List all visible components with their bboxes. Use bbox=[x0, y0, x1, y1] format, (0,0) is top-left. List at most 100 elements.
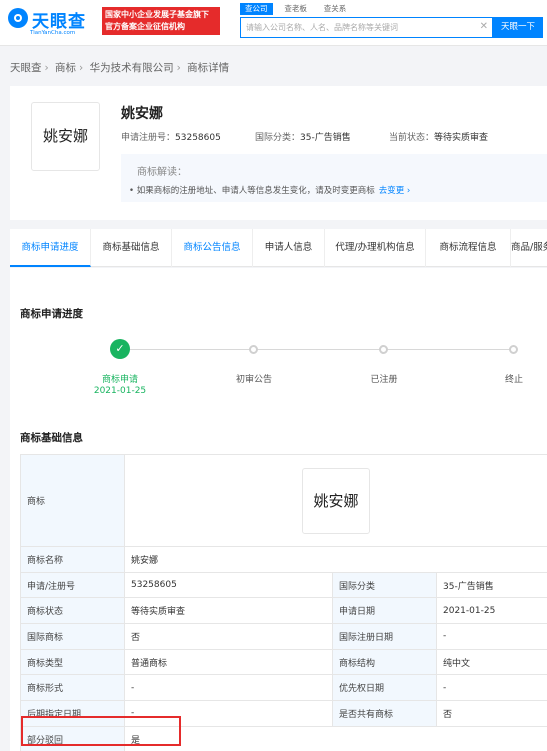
search-tab-company[interactable]: 查公司 bbox=[240, 3, 273, 15]
tab-basic-info[interactable]: 商标基础信息 bbox=[91, 229, 172, 267]
table-label: 商标名称 bbox=[20, 546, 125, 573]
trademark-summary-card: 姚安娜 姚安娜 申请注册号：53258605 国际分类：35-广告销售 当前状态… bbox=[10, 86, 547, 220]
table-label: 申请/注册号 bbox=[20, 571, 125, 599]
interpretation-title: 商标解读： bbox=[137, 167, 187, 178]
interpretation-body: • 如果商标的注册地址、申请人等信息发生变化，请及时变更商标 bbox=[129, 186, 375, 196]
progress-node bbox=[249, 345, 258, 354]
meta-value: 35-广告销售 bbox=[300, 133, 351, 143]
tab-goods-services[interactable]: 商品/服务 bbox=[511, 229, 547, 267]
table-label: 商标状态 bbox=[20, 597, 125, 625]
logo-subtext: TianYanCha.com bbox=[30, 30, 76, 36]
basic-info-section-title: 商标基础信息 bbox=[20, 432, 83, 444]
table-row: 商标类型 普通商标 商标结构 纯中文 bbox=[20, 648, 547, 676]
table-row: 国际商标 否 国际注册日期 - bbox=[20, 623, 547, 650]
table-row: 商标 姚安娜 bbox=[20, 454, 547, 547]
trademark-thumbnail[interactable]: 姚安娜 bbox=[31, 102, 100, 171]
breadcrumb-home[interactable]: 天眼查 bbox=[10, 62, 42, 74]
breadcrumb-current: 商标详情 bbox=[187, 62, 230, 74]
progress-node bbox=[379, 345, 388, 354]
table-row: 商标形式 - 优先权日期 - bbox=[20, 674, 547, 702]
meta-label: 国际分类： bbox=[255, 133, 301, 143]
table-value: - bbox=[124, 700, 333, 727]
detail-tabs: 商标申请进度 商标基础信息 商标公告信息 申请人信息 代理/办理机构信息 商标流… bbox=[10, 229, 547, 267]
table-value: 姚安娜 bbox=[124, 454, 547, 547]
eye-logo-icon bbox=[8, 8, 28, 28]
table-label: 部分驳回 bbox=[20, 725, 125, 751]
table-row: 申请/注册号 53258605 国际分类 35-广告销售 bbox=[20, 571, 547, 599]
breadcrumb-separator: › bbox=[176, 62, 181, 74]
table-row: 商标状态 等待实质审查 申请日期 2021-01-25 bbox=[20, 597, 547, 625]
progress-node bbox=[509, 345, 518, 354]
progress-section-title: 商标申请进度 bbox=[20, 308, 83, 320]
breadcrumb-company[interactable]: 华为技术有限公司 bbox=[90, 62, 174, 74]
trademark-image[interactable]: 姚安娜 bbox=[302, 467, 370, 534]
site-logo[interactable]: 天眼查 TianYanCha.com bbox=[6, 5, 98, 39]
table-label: 商标 bbox=[20, 454, 125, 547]
table-value: 纯中文 bbox=[436, 648, 547, 676]
basic-info-table: 商标 姚安娜 商标名称 姚安娜 申请/注册号 53258605 国际分类 35-… bbox=[20, 454, 547, 751]
meta-value: 等待实质审查 bbox=[434, 133, 489, 143]
table-label: 国际商标 bbox=[20, 623, 125, 650]
table-label: 国际分类 bbox=[332, 571, 437, 599]
tab-agency[interactable]: 代理/办理机构信息 bbox=[325, 229, 426, 267]
table-label: 是否共有商标 bbox=[332, 700, 437, 727]
table-label: 国际注册日期 bbox=[332, 623, 437, 650]
table-row: 部分驳回 是 bbox=[20, 725, 547, 751]
breadcrumb-separator: › bbox=[79, 62, 84, 74]
table-value: 2021-01-25 bbox=[436, 597, 547, 625]
table-value: 等待实质审查 bbox=[124, 597, 333, 625]
meta-reg-no: 申请注册号：53258605 bbox=[121, 130, 221, 143]
breadcrumb: 天眼查 › 商标 › 华为技术有限公司 › 商标详情 bbox=[10, 60, 232, 75]
meta-value: 53258605 bbox=[175, 133, 221, 143]
table-value: 姚安娜 bbox=[124, 546, 547, 573]
check-icon: ✓ bbox=[110, 339, 130, 359]
logo-text: 天眼查 bbox=[32, 12, 86, 32]
interpretation-text: • 如果商标的注册地址、申请人等信息发生变化，请及时变更商标 去变更 › bbox=[129, 184, 410, 196]
step-label: 初审公告 bbox=[235, 375, 272, 385]
search-tab-relation[interactable]: 查关系 bbox=[319, 3, 352, 15]
clear-icon[interactable]: ✕ bbox=[480, 21, 488, 32]
table-value: 否 bbox=[124, 623, 333, 650]
table-value: 否 bbox=[436, 700, 547, 727]
tab-applicant[interactable]: 申请人信息 bbox=[253, 229, 325, 267]
table-label: 商标类型 bbox=[20, 648, 125, 676]
gov-badge-line1: 国家中小企业发展子基金旗下 bbox=[105, 10, 209, 19]
step-label: 商标申请 bbox=[101, 375, 138, 385]
table-value: - bbox=[124, 674, 333, 702]
meta-label: 当前状态： bbox=[389, 133, 435, 143]
tab-announcement[interactable]: 商标公告信息 bbox=[172, 229, 253, 267]
table-value: - bbox=[436, 623, 547, 650]
table-row: 后期指定日期 - 是否共有商标 否 bbox=[20, 700, 547, 727]
trademark-name: 姚安娜 bbox=[121, 106, 163, 122]
table-value: - bbox=[436, 674, 547, 702]
search-button[interactable]: 天眼一下 bbox=[493, 17, 543, 38]
meta-status: 当前状态：等待实质审查 bbox=[389, 130, 488, 143]
search-tab-boss[interactable]: 查老板 bbox=[279, 3, 312, 15]
gov-badge[interactable]: 国家中小企业发展子基金旗下 官方备案企业征信机构 bbox=[102, 7, 220, 35]
table-label: 商标形式 bbox=[20, 674, 125, 702]
meta-intl-class: 国际分类：35-广告销售 bbox=[255, 130, 351, 143]
breadcrumb-separator: › bbox=[44, 62, 49, 74]
change-link[interactable]: 去变更 › bbox=[379, 186, 411, 196]
table-value: 是 bbox=[124, 725, 547, 751]
step-label: 终止 bbox=[504, 375, 523, 385]
step-date: 2021-01-25 bbox=[93, 386, 147, 396]
table-value: 普通商标 bbox=[124, 648, 333, 676]
gov-badge-line2: 官方备案企业征信机构 bbox=[105, 22, 185, 31]
tab-process[interactable]: 商标流程信息 bbox=[426, 229, 511, 267]
search-input[interactable] bbox=[241, 18, 471, 37]
search-box: ✕ bbox=[240, 17, 493, 38]
search-tabs: 查公司 查老板 查关系 bbox=[240, 3, 355, 17]
table-label: 优先权日期 bbox=[332, 674, 437, 702]
detail-content: 商标申请进度 ✓ 商标申请 2021-01-25 初审公告 已注册 终止 商标基… bbox=[10, 268, 547, 751]
meta-label: 申请注册号： bbox=[121, 133, 176, 143]
table-label: 申请日期 bbox=[332, 597, 437, 625]
table-label: 商标结构 bbox=[332, 648, 437, 676]
progress-line bbox=[120, 349, 514, 350]
top-header: 天眼查 TianYanCha.com 国家中小企业发展子基金旗下 官方备案企业征… bbox=[0, 0, 547, 46]
table-value: 35-广告销售 bbox=[436, 571, 547, 599]
breadcrumb-trademark[interactable]: 商标 bbox=[55, 62, 76, 74]
table-label: 后期指定日期 bbox=[20, 700, 125, 727]
tab-application-progress[interactable]: 商标申请进度 bbox=[10, 229, 91, 267]
trademark-interpretation: 商标解读： • 如果商标的注册地址、申请人等信息发生变化，请及时变更商标 去变更 … bbox=[121, 154, 547, 202]
